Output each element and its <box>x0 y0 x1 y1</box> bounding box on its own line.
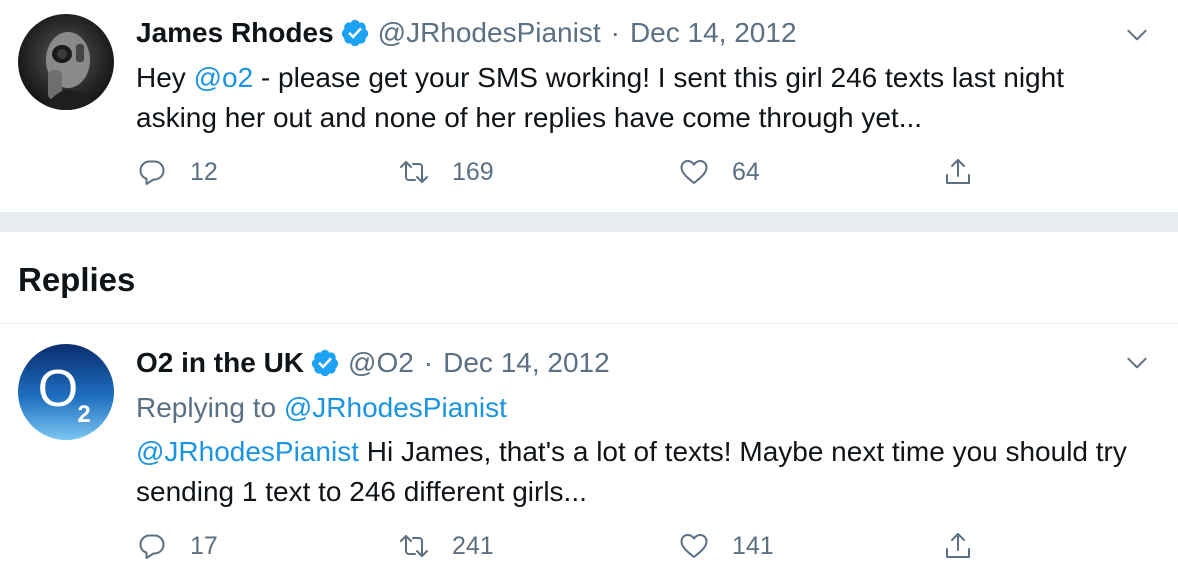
reply-icon <box>139 534 165 559</box>
chevron-down-icon[interactable] <box>1124 350 1150 376</box>
header-separator: · <box>610 17 620 48</box>
share-button[interactable] <box>942 528 974 564</box>
reply-count: 17 <box>190 531 218 560</box>
replying-to: Replying to @JRhodesPianist <box>136 388 507 428</box>
share-icon <box>946 533 970 558</box>
tweet-text-body: - please get your SMS working! I sent th… <box>136 62 1064 133</box>
avatar-james-rhodes[interactable] <box>18 14 114 110</box>
header-separator: · <box>423 347 434 378</box>
retweet-button[interactable]: 169 <box>398 154 494 190</box>
like-count: 141 <box>732 531 774 560</box>
o2-logo-subscript: 2 <box>77 401 90 428</box>
like-icon <box>680 160 708 184</box>
like-icon <box>680 534 708 558</box>
verified-badge-icon <box>310 348 340 378</box>
reply-button[interactable]: 12 <box>136 154 218 190</box>
avatar-o2[interactable]: O 2 <box>18 344 114 440</box>
replying-to-label: Replying to <box>136 392 284 423</box>
reply-button[interactable]: 17 <box>136 528 218 564</box>
retweet-count: 241 <box>452 531 494 560</box>
display-name[interactable]: O2 in the UK <box>136 346 304 380</box>
o2-logo: O 2 <box>18 344 114 440</box>
handle[interactable]: @O2 <box>348 346 414 380</box>
like-button[interactable]: 141 <box>678 528 774 564</box>
tweet-actions: 17 241 141 <box>136 528 996 564</box>
tweet-text: Hey @o2 - please get your SMS working! I… <box>136 58 1136 138</box>
display-name[interactable]: James Rhodes <box>136 16 334 50</box>
retweet-icon <box>400 161 428 183</box>
chevron-down-icon[interactable] <box>1124 22 1150 48</box>
replying-to-handle-link[interactable]: @JRhodesPianist <box>284 392 507 423</box>
tweet-header: James Rhodes @JRhodesPianist · Dec 14, 2… <box>136 16 797 50</box>
like-button[interactable]: 64 <box>678 154 760 190</box>
reply-count: 12 <box>190 157 218 186</box>
mention-link[interactable]: @JRhodesPianist <box>136 436 359 467</box>
tweet-text: @JRhodesPianist Hi James, that's a lot o… <box>136 432 1136 512</box>
replies-header: Replies <box>0 232 1178 324</box>
retweet-count: 169 <box>452 157 494 186</box>
reply-icon <box>139 160 165 185</box>
tweet-actions: 12 169 64 <box>136 154 996 190</box>
tweet-date[interactable]: Dec 14, 2012 <box>630 16 797 50</box>
handle[interactable]: @JRhodesPianist <box>378 16 601 50</box>
verified-badge-icon <box>340 18 370 48</box>
o2-logo-letter: O <box>38 360 78 418</box>
like-count: 64 <box>732 157 760 186</box>
reply-tweet[interactable]: O 2 O2 in the UK @O2 · Dec 14, 2012 Repl… <box>0 324 1178 576</box>
retweet-icon <box>400 535 428 557</box>
section-separator <box>0 212 1178 232</box>
tweet-header: O2 in the UK @O2 · Dec 14, 2012 <box>136 346 610 380</box>
replies-title: Replies <box>18 261 136 298</box>
share-button[interactable] <box>942 154 974 190</box>
tweet-date[interactable]: Dec 14, 2012 <box>443 346 610 380</box>
avatar-photo <box>18 14 114 110</box>
share-icon <box>946 159 970 184</box>
tweet-text-prefix: Hey <box>136 62 194 93</box>
main-tweet[interactable]: James Rhodes @JRhodesPianist · Dec 14, 2… <box>0 0 1178 212</box>
mention-link[interactable]: @o2 <box>194 62 254 93</box>
retweet-button[interactable]: 241 <box>398 528 494 564</box>
